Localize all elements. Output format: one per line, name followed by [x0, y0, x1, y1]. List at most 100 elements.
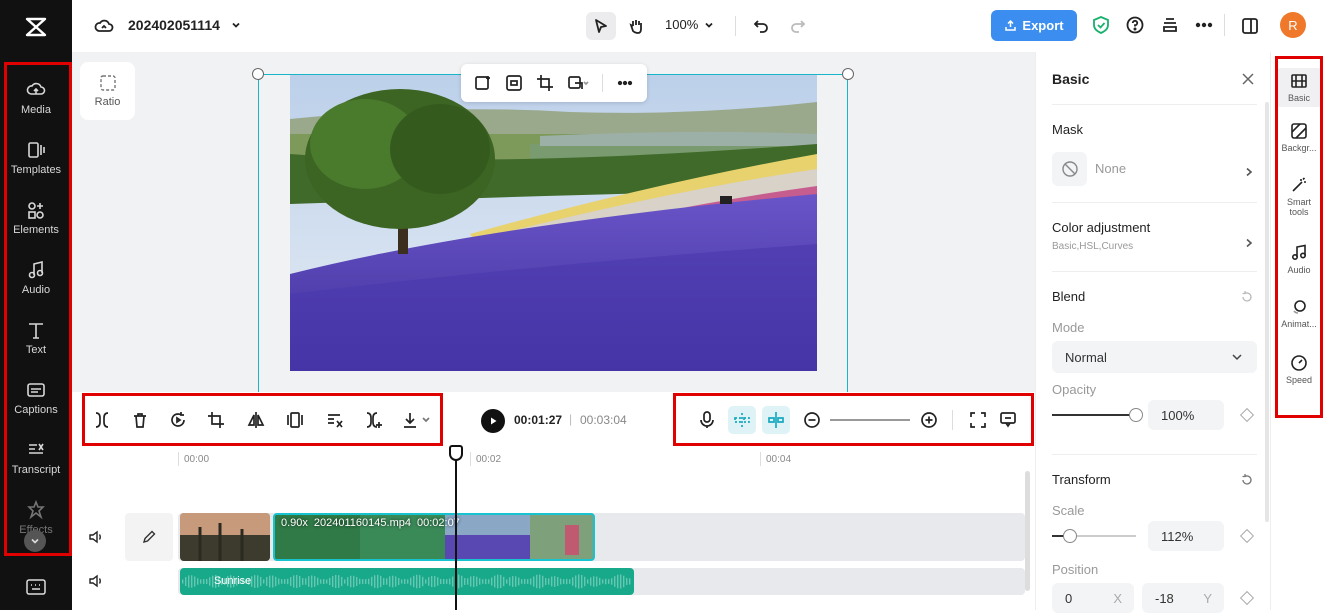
keyframe-diamond-icon[interactable]	[1239, 528, 1255, 544]
sidebar-item-templates[interactable]: Templates	[0, 130, 72, 186]
fullscreen-button[interactable]	[968, 410, 988, 430]
video-clip[interactable]	[180, 513, 270, 561]
split-link-icon	[768, 412, 784, 428]
replace-icon[interactable]	[567, 74, 589, 92]
track-volume-button[interactable]	[88, 529, 104, 545]
sidebar-item-audio[interactable]: Audio	[0, 250, 72, 306]
waveform-bar	[515, 576, 517, 587]
waveform-bar	[479, 578, 481, 585]
delete-button[interactable]	[130, 410, 150, 430]
mask-preview[interactable]	[1052, 152, 1087, 186]
capcut-logo[interactable]	[18, 12, 54, 42]
selection-frame[interactable]	[258, 74, 848, 404]
resize-handle-top-left[interactable]	[252, 68, 264, 80]
panel-scrollbar[interactable]	[1265, 102, 1269, 522]
position-y-input[interactable]: -18 Y	[1142, 583, 1224, 613]
storage-button[interactable]	[1160, 15, 1180, 35]
hand-tool-button[interactable]	[622, 12, 650, 40]
position-x-input[interactable]: 0 X	[1052, 583, 1134, 613]
remove-background-icon[interactable]	[505, 74, 523, 92]
zoom-level[interactable]: 100%	[665, 17, 698, 32]
chevron-down-icon[interactable]	[230, 19, 242, 31]
auto-snap-button[interactable]	[728, 406, 756, 434]
zoom-in-button[interactable]	[919, 410, 939, 430]
play-button[interactable]	[481, 409, 505, 433]
chevron-right-icon[interactable]	[1244, 235, 1254, 248]
smart-image-icon[interactable]	[474, 74, 492, 92]
crop-button[interactable]	[206, 410, 226, 430]
waveform-bar	[263, 579, 265, 584]
video-clip-selected[interactable]: 0.90x 202401160145.mp4 00:02:07	[273, 513, 595, 561]
scale-slider-thumb[interactable]	[1063, 529, 1077, 543]
waveform-bar	[599, 577, 601, 586]
scale-input[interactable]: 112%	[1148, 521, 1224, 551]
crop-icon[interactable]	[536, 74, 554, 92]
waveform-bar	[317, 577, 319, 586]
color-adjustment-label[interactable]: Color adjustment	[1052, 220, 1150, 235]
more-options-button[interactable]	[1194, 15, 1214, 35]
chevron-down-icon[interactable]	[703, 19, 715, 31]
opacity-slider-track[interactable]	[1052, 414, 1136, 416]
opacity-input[interactable]: 100%	[1148, 400, 1224, 430]
zoom-out-button[interactable]	[802, 410, 822, 430]
select-tool-button[interactable]	[586, 12, 616, 40]
sidebar-item-label: Captions	[14, 404, 58, 416]
right-tab-speed[interactable]: Speed	[1275, 354, 1323, 385]
avatar[interactable]: R	[1280, 12, 1306, 38]
sidebar-item-elements[interactable]: Elements	[0, 190, 72, 246]
right-tab-smart-tools[interactable]: Smart tools	[1275, 176, 1323, 217]
chevron-right-icon[interactable]	[1244, 164, 1254, 177]
project-title[interactable]: 202402051114	[128, 17, 220, 33]
waveform-bar	[590, 577, 592, 586]
feedback-button[interactable]	[998, 410, 1018, 430]
linkage-button[interactable]	[762, 406, 790, 434]
audio-clip[interactable]: Sunrise	[180, 568, 634, 595]
flip-button[interactable]	[246, 410, 266, 430]
waveform-bar	[194, 576, 196, 587]
right-tab-audio[interactable]: Audio	[1275, 244, 1323, 275]
right-tab-basic[interactable]: Basic	[1275, 68, 1323, 107]
help-button[interactable]	[1125, 15, 1145, 35]
sidebar-item-transcript[interactable]: Transcript	[0, 430, 72, 486]
reset-blend-button[interactable]	[1240, 290, 1254, 304]
keyframe-diamond-icon[interactable]	[1239, 590, 1255, 606]
waveform-bar	[407, 579, 409, 584]
blend-mode-select[interactable]: Normal	[1052, 341, 1257, 373]
resize-handle-top-right[interactable]	[842, 68, 854, 80]
export-button[interactable]: Export	[991, 10, 1077, 41]
shield-button[interactable]	[1091, 15, 1111, 35]
extend-button[interactable]	[364, 410, 384, 430]
more-horizontal-icon[interactable]	[616, 74, 634, 92]
keyboard-shortcuts-button[interactable]	[25, 578, 47, 596]
mask-value[interactable]: None	[1095, 161, 1126, 176]
record-voice-button[interactable]	[697, 410, 717, 430]
sidebar-item-captions[interactable]: Captions	[0, 370, 72, 426]
sidebar-item-text[interactable]: Text	[0, 310, 72, 366]
timeline-scrollbar[interactable]	[1025, 471, 1030, 591]
playhead-handle[interactable]	[449, 445, 463, 461]
download-button[interactable]	[402, 410, 434, 430]
undo-button[interactable]	[751, 16, 771, 36]
clip-info: 0.90x 202401160145.mp4 00:02:07	[281, 517, 460, 529]
keyframe-diamond-icon[interactable]	[1239, 407, 1255, 423]
waveform-bar	[404, 578, 406, 585]
layout-toggle-button[interactable]	[1239, 15, 1261, 37]
transcript-tool-button[interactable]	[325, 410, 345, 430]
redo-button[interactable]	[788, 16, 808, 36]
right-tab-animation[interactable]: Animat...	[1275, 298, 1323, 329]
playhead[interactable]	[455, 446, 457, 610]
ratio-button[interactable]: Ratio	[80, 62, 135, 120]
right-tab-background[interactable]: Backgr...	[1275, 122, 1323, 153]
opacity-slider-thumb[interactable]	[1129, 408, 1143, 422]
speed-reverse-button[interactable]	[168, 410, 188, 430]
tick-label: 00:00	[184, 454, 210, 465]
freeze-button[interactable]	[285, 410, 305, 430]
audio-track-volume-button[interactable]	[88, 573, 104, 589]
split-button[interactable]	[92, 410, 112, 430]
reset-transform-button[interactable]	[1240, 473, 1254, 487]
timeline-zoom-slider[interactable]	[830, 419, 910, 421]
edit-cover-button[interactable]	[125, 513, 173, 561]
close-panel-button[interactable]	[1241, 72, 1255, 86]
sidebar-item-media[interactable]: Media	[0, 70, 72, 126]
sidebar-expand-button[interactable]	[24, 530, 46, 552]
